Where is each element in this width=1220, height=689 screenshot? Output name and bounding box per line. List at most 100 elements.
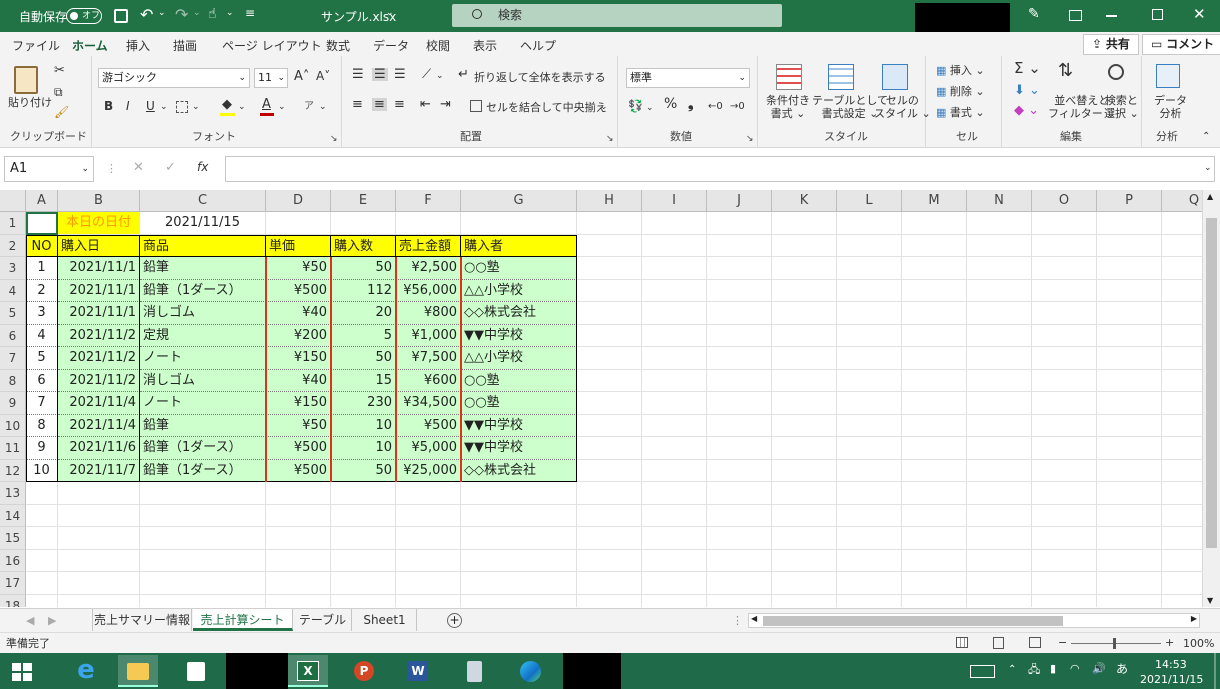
- cell-date[interactable]: 2021/11/1: [58, 302, 140, 325]
- empty-cell[interactable]: [26, 549, 58, 572]
- cell-date[interactable]: 2021/11/2: [58, 369, 140, 392]
- conditional-format-button[interactable]: 条件付き 書式 ⌄: [766, 94, 810, 120]
- cell-price[interactable]: ¥150: [266, 392, 331, 415]
- empty-cell[interactable]: [1162, 257, 1202, 280]
- cell-no[interactable]: 9: [26, 437, 58, 460]
- empty-cell[interactable]: [1097, 392, 1162, 415]
- empty-cell[interactable]: [331, 572, 396, 595]
- empty-cell[interactable]: [642, 369, 707, 392]
- cell-amount[interactable]: ¥800: [396, 302, 461, 325]
- row-header-2[interactable]: 2: [0, 234, 26, 257]
- add-sheet-icon[interactable]: +: [447, 613, 462, 628]
- empty-cell[interactable]: [902, 504, 967, 527]
- today-label-cell[interactable]: 本日の日付: [58, 212, 140, 235]
- battery-icon[interactable]: ▮: [1050, 662, 1056, 675]
- increase-indent-icon[interactable]: ⇥: [440, 98, 451, 111]
- empty-cell[interactable]: [967, 234, 1032, 257]
- empty-cell[interactable]: [26, 594, 58, 607]
- empty-cell[interactable]: [1032, 347, 1097, 370]
- edge-icon[interactable]: [510, 655, 550, 687]
- collapse-ribbon-icon[interactable]: ⌃: [1202, 130, 1210, 143]
- empty-cell[interactable]: [772, 549, 837, 572]
- empty-cell[interactable]: [707, 392, 772, 415]
- empty-cell[interactable]: [707, 257, 772, 280]
- enter-icon[interactable]: ✓: [165, 161, 176, 174]
- cell-styles-button[interactable]: セルの スタイル ⌄: [874, 94, 931, 120]
- empty-cell[interactable]: [967, 549, 1032, 572]
- empty-cell[interactable]: [461, 594, 577, 607]
- empty-cell[interactable]: [642, 504, 707, 527]
- empty-cell[interactable]: [772, 504, 837, 527]
- empty-cell[interactable]: [902, 324, 967, 347]
- empty-cell[interactable]: [837, 279, 902, 302]
- empty-cell[interactable]: [1032, 279, 1097, 302]
- empty-cell[interactable]: [707, 594, 772, 607]
- align-top-icon[interactable]: ☰: [352, 68, 364, 81]
- empty-cell[interactable]: [967, 324, 1032, 347]
- copy-icon[interactable]: ⧉: [54, 86, 63, 99]
- empty-cell[interactable]: [26, 504, 58, 527]
- empty-cell[interactable]: [1097, 279, 1162, 302]
- column-header-j[interactable]: J: [707, 190, 772, 212]
- empty-cell[interactable]: [58, 504, 140, 527]
- empty-cell[interactable]: [967, 504, 1032, 527]
- empty-cell[interactable]: [58, 527, 140, 550]
- empty-cell[interactable]: [707, 369, 772, 392]
- empty-cell[interactable]: [58, 549, 140, 572]
- empty-cell[interactable]: [772, 594, 837, 607]
- empty-cell[interactable]: [902, 347, 967, 370]
- empty-cell[interactable]: [902, 527, 967, 550]
- empty-cell[interactable]: [577, 527, 642, 550]
- column-header-f[interactable]: F: [396, 190, 461, 212]
- empty-cell[interactable]: [1162, 550, 1202, 572]
- header-no[interactable]: NO: [26, 234, 58, 257]
- empty-cell[interactable]: [1162, 325, 1202, 347]
- empty-cell[interactable]: [1162, 505, 1202, 527]
- header-buyer[interactable]: 購入者: [461, 234, 577, 257]
- empty-cell[interactable]: [902, 459, 967, 482]
- empty-cell[interactable]: [140, 549, 266, 572]
- empty-cell[interactable]: [1162, 595, 1202, 608]
- empty-cell[interactable]: [967, 459, 1032, 482]
- header-product[interactable]: 商品: [140, 234, 266, 257]
- cell-date[interactable]: 2021/11/1: [58, 279, 140, 302]
- column-header-a[interactable]: A: [26, 190, 58, 212]
- empty-cell[interactable]: [837, 482, 902, 505]
- empty-cell[interactable]: [967, 257, 1032, 280]
- empty-cell[interactable]: [1032, 459, 1097, 482]
- row-header-6[interactable]: 6: [0, 324, 26, 347]
- column-header-n[interactable]: N: [967, 190, 1032, 212]
- cell-product[interactable]: 鉛筆（1ダース）: [140, 459, 266, 482]
- empty-cell[interactable]: [837, 347, 902, 370]
- empty-cell[interactable]: [902, 302, 967, 325]
- increase-font-icon[interactable]: A˄: [294, 70, 309, 83]
- touch-dropdown-icon[interactable]: ⌄: [226, 8, 234, 18]
- fill-icon[interactable]: ⬇ ⌄: [1014, 84, 1040, 97]
- cell-qty[interactable]: 50: [331, 347, 396, 370]
- empty-cell[interactable]: [1097, 459, 1162, 482]
- empty-cell[interactable]: [967, 347, 1032, 370]
- cell-no[interactable]: 5: [26, 347, 58, 370]
- empty-cell[interactable]: [1097, 594, 1162, 607]
- cell-product[interactable]: 鉛筆: [140, 414, 266, 437]
- empty-cell[interactable]: [1032, 257, 1097, 280]
- edge-legacy-icon[interactable]: e: [66, 655, 106, 687]
- empty-cell[interactable]: [772, 392, 837, 415]
- empty-cell[interactable]: [642, 594, 707, 607]
- empty-cell[interactable]: [707, 459, 772, 482]
- today-value-cell[interactable]: 2021/11/15: [140, 212, 266, 235]
- paste-label[interactable]: 貼り付け: [8, 96, 52, 109]
- empty-cell[interactable]: [902, 549, 967, 572]
- number-launcher-icon[interactable]: ↘: [746, 134, 754, 144]
- insert-cells-button[interactable]: ▦ 挿入 ⌄: [936, 64, 985, 77]
- empty-cell[interactable]: [1032, 234, 1097, 257]
- clear-icon[interactable]: ◆ ⌄: [1014, 104, 1039, 117]
- empty-cell[interactable]: [967, 279, 1032, 302]
- font-size-dropdown[interactable]: 11 ⌄: [254, 68, 288, 88]
- empty-cell[interactable]: [642, 437, 707, 460]
- ribbon-display-icon[interactable]: [1069, 10, 1082, 21]
- cell-price[interactable]: ¥500: [266, 279, 331, 302]
- empty-cell[interactable]: [1097, 347, 1162, 370]
- cell-qty[interactable]: 112: [331, 279, 396, 302]
- cell-amount[interactable]: ¥5,000: [396, 437, 461, 460]
